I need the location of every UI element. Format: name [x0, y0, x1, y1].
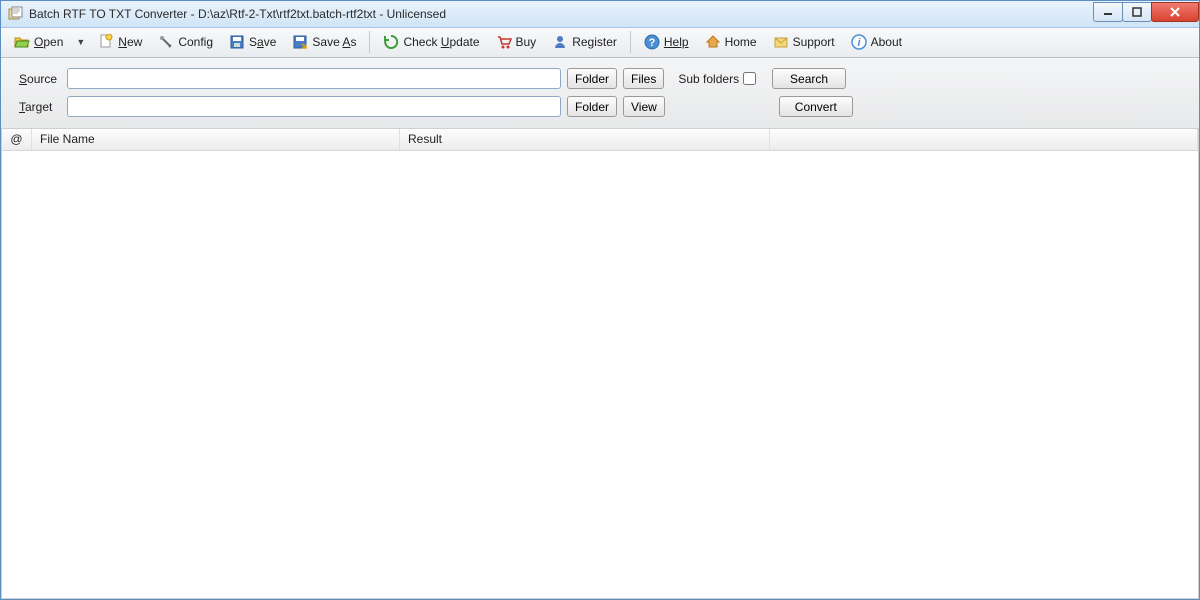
new-file-icon [98, 34, 114, 50]
save-as-icon [292, 34, 308, 50]
source-label: Source [19, 72, 61, 86]
open-dropdown-arrow[interactable]: ▼ [72, 37, 89, 47]
support-icon [773, 34, 789, 50]
open-button[interactable]: Open [7, 31, 70, 53]
toolbar-separator [630, 31, 631, 53]
target-input[interactable] [67, 96, 561, 117]
target-label: Target [19, 100, 61, 114]
folder-open-icon [14, 34, 30, 50]
minimize-button[interactable] [1093, 2, 1123, 22]
update-icon [383, 34, 399, 50]
register-button[interactable]: Register [545, 31, 624, 53]
support-button[interactable]: Support [766, 31, 842, 53]
subfolders-checkbox[interactable] [743, 72, 756, 85]
subfolders-label: Sub folders [678, 72, 756, 86]
results-grid: @ File Name Result [1, 129, 1199, 599]
help-icon: ? [644, 34, 660, 50]
save-icon [229, 34, 245, 50]
help-button[interactable]: ? Help [637, 31, 696, 53]
maximize-button[interactable] [1122, 2, 1152, 22]
col-header-at[interactable]: @ [2, 129, 32, 150]
config-button[interactable]: Config [151, 31, 220, 53]
source-files-button[interactable]: Files [623, 68, 664, 89]
titlebar: Batch RTF TO TXT Converter - D:\az\Rtf-2… [1, 1, 1199, 28]
new-button[interactable]: New [91, 31, 149, 53]
io-panel: Source Folder Files Sub folders Search T… [1, 58, 1199, 129]
col-header-filename[interactable]: File Name [32, 129, 400, 150]
toolbar-separator [369, 31, 370, 53]
window-controls [1094, 2, 1199, 22]
save-as-button[interactable]: Save As [285, 31, 363, 53]
source-folder-button[interactable]: Folder [567, 68, 617, 89]
grid-body[interactable] [2, 151, 1198, 598]
info-icon: i [851, 34, 867, 50]
app-window: Batch RTF TO TXT Converter - D:\az\Rtf-2… [0, 0, 1200, 600]
save-button[interactable]: Save [222, 31, 283, 53]
target-view-button[interactable]: View [623, 96, 665, 117]
grid-header: @ File Name Result [2, 129, 1198, 151]
check-update-button[interactable]: Check Update [376, 31, 486, 53]
svg-text:?: ? [649, 37, 656, 49]
col-header-spacer [770, 129, 1198, 150]
source-input[interactable] [67, 68, 561, 89]
main-toolbar: Open ▼ New Config Save Save As [1, 28, 1199, 58]
buy-button[interactable]: Buy [489, 31, 544, 53]
config-icon [158, 34, 174, 50]
home-icon [705, 34, 721, 50]
col-header-result[interactable]: Result [400, 129, 770, 150]
target-folder-button[interactable]: Folder [567, 96, 617, 117]
app-icon [7, 6, 23, 22]
window-title: Batch RTF TO TXT Converter - D:\az\Rtf-2… [29, 7, 446, 21]
home-button[interactable]: Home [698, 31, 764, 53]
about-button[interactable]: i About [844, 31, 909, 53]
convert-button[interactable]: Convert [779, 96, 853, 117]
close-button[interactable] [1151, 2, 1199, 22]
register-icon [552, 34, 568, 50]
cart-icon [496, 34, 512, 50]
search-button[interactable]: Search [772, 68, 846, 89]
